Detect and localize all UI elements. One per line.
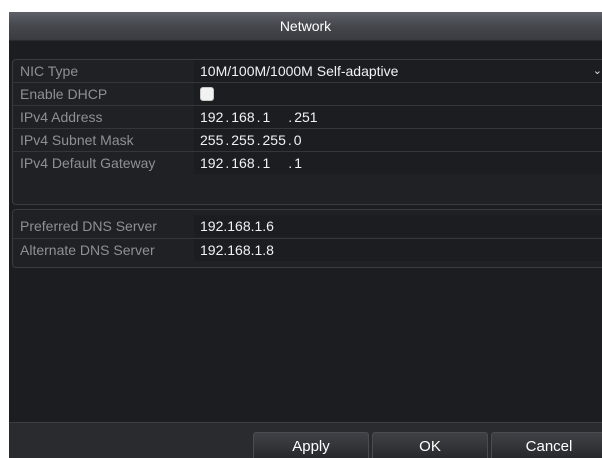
preferred-dns-label: Preferred DNS Server [20, 218, 157, 234]
nic-type-value: 10M/100M/1000M Self-adaptive [200, 63, 399, 79]
dhcp-row: Enable DHCP [13, 83, 602, 105]
subnet-octet[interactable]: 0 [294, 129, 302, 151]
alternate-dns-row: Alternate DNS Server 192.168.1.8 [13, 239, 602, 261]
subnet-octet[interactable]: 255 [263, 129, 286, 151]
subnet-octet[interactable]: 255 [200, 129, 223, 151]
ok-button[interactable]: OK [372, 432, 488, 458]
gateway-label: IPv4 Default Gateway [20, 155, 156, 171]
alternate-dns-field[interactable]: 192.168.1.8 [194, 239, 602, 261]
alternate-dns-label: Alternate DNS Server [20, 242, 155, 258]
ipv4-octet[interactable]: 251 [294, 106, 317, 128]
nic-type-row: NIC Type 10M/100M/1000M Self-adaptive ⌄ [13, 60, 602, 82]
ipv4-address-row: IPv4 Address 192. 168. 1. 251 [13, 106, 602, 128]
apply-button[interactable]: Apply [253, 432, 369, 458]
gateway-octet[interactable]: 1 [294, 152, 302, 174]
network-dialog: Network NIC Type 10M/100M/1000M Self-ada… [9, 12, 602, 458]
ipv4-octet[interactable]: 168 [231, 106, 254, 128]
ipv4-octet[interactable]: 192 [200, 106, 223, 128]
subnet-mask-label: IPv4 Subnet Mask [20, 132, 134, 148]
nic-type-select[interactable]: 10M/100M/1000M Self-adaptive ⌄ [194, 60, 602, 82]
dialog-title: Network [9, 12, 602, 41]
gateway-field[interactable]: 192. 168. 1. 1 [194, 152, 602, 174]
dhcp-label: Enable DHCP [20, 86, 108, 102]
ipv4-octet[interactable]: 1 [263, 106, 271, 128]
button-bar: Apply OK Cancel [9, 422, 602, 458]
cancel-button[interactable]: Cancel [491, 432, 602, 458]
gateway-octet[interactable]: 192 [200, 152, 223, 174]
ipv4-address-label: IPv4 Address [20, 109, 103, 125]
dhcp-checkbox[interactable] [200, 87, 214, 101]
gateway-octet[interactable]: 1 [263, 152, 271, 174]
ipv4-address-field[interactable]: 192. 168. 1. 251 [194, 106, 602, 128]
gateway-row: IPv4 Default Gateway 192. 168. 1. 1 [13, 152, 602, 174]
dhcp-field [194, 83, 602, 105]
nic-type-label: NIC Type [20, 63, 79, 79]
preferred-dns-field[interactable]: 192.168.1.6 [194, 215, 602, 237]
subnet-mask-field[interactable]: 255. 255. 255. 0 [194, 129, 602, 151]
subnet-mask-row: IPv4 Subnet Mask 255. 255. 255. 0 [13, 129, 602, 151]
dns-settings-group: Preferred DNS Server 192.168.1.6 Alterna… [12, 209, 602, 268]
network-settings-group: NIC Type 10M/100M/1000M Self-adaptive ⌄ … [12, 59, 602, 205]
subnet-octet[interactable]: 255 [231, 129, 254, 151]
chevron-down-icon: ⌄ [592, 65, 602, 77]
preferred-dns-row: Preferred DNS Server 192.168.1.6 [13, 215, 602, 237]
gateway-octet[interactable]: 168 [231, 152, 254, 174]
